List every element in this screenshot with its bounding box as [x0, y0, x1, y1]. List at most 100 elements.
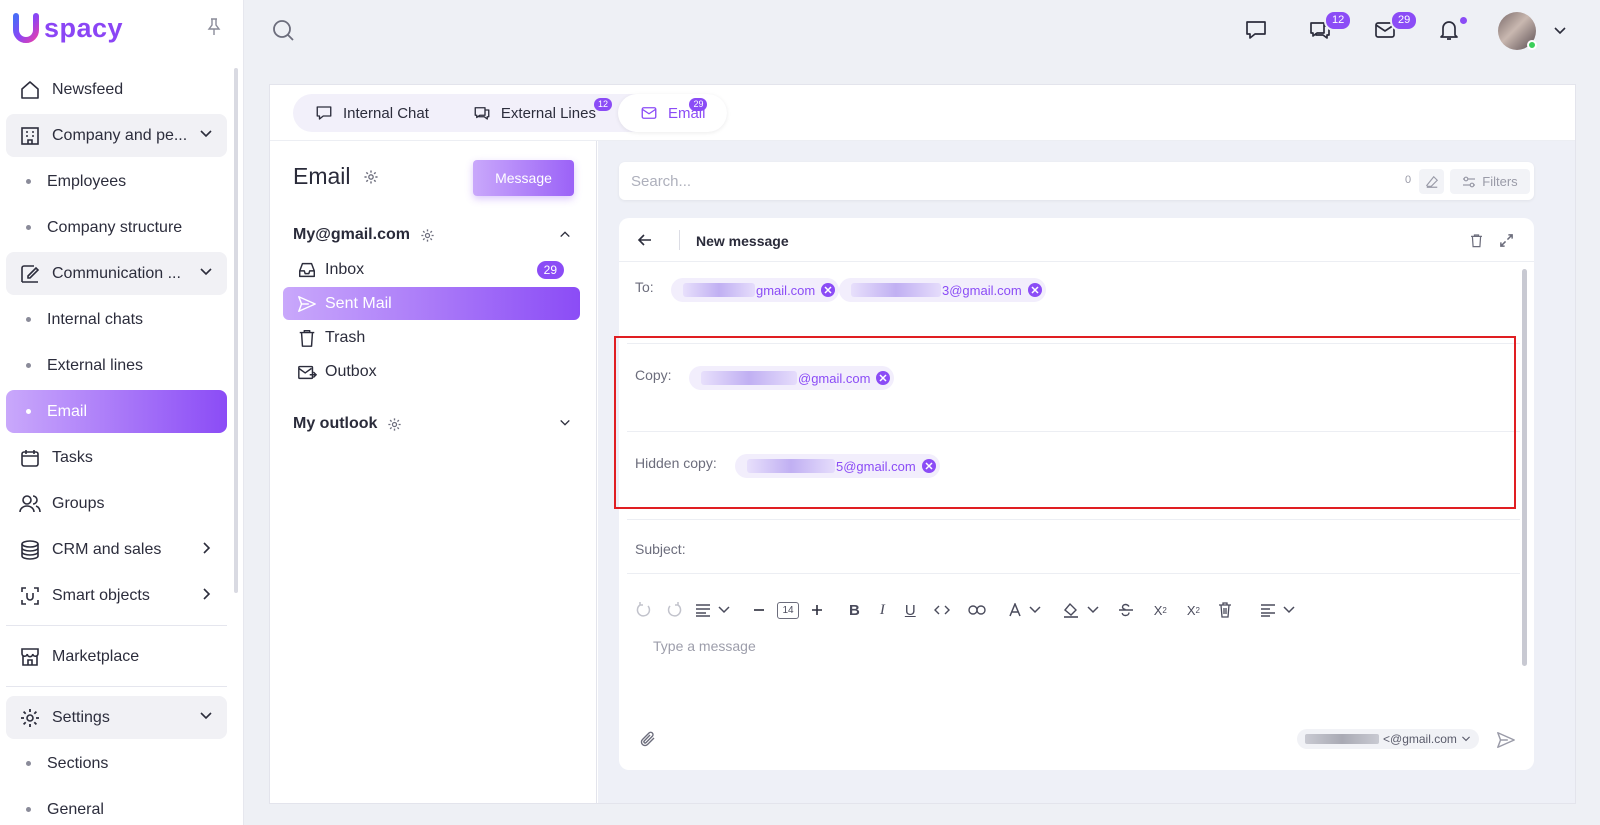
account-header-gmail[interactable]: My@gmail.com: [293, 226, 573, 244]
undo-icon[interactable]: [635, 598, 653, 622]
new-message-button[interactable]: Message: [473, 160, 574, 196]
bell-icon[interactable]: [1437, 18, 1461, 42]
tab-internal-chat[interactable]: Internal Chat: [293, 94, 451, 132]
message-body-placeholder[interactable]: Type a message: [653, 638, 756, 654]
bcc-chip[interactable]: 5@gmail.com: [735, 454, 940, 478]
sidebar-item-newsfeed[interactable]: Newsfeed: [6, 68, 227, 111]
text-color-icon[interactable]: [1008, 598, 1022, 622]
sidebar-item-communication[interactable]: Communication ...: [6, 252, 227, 295]
bullet: [26, 761, 31, 766]
remove-chip-icon[interactable]: [1027, 283, 1042, 297]
sidebar-item-tasks[interactable]: Tasks: [6, 436, 227, 479]
underline-icon[interactable]: U: [905, 598, 916, 622]
sidebar-item-email[interactable]: Email: [6, 390, 227, 433]
sidebar-item-sections[interactable]: Sections: [6, 742, 227, 785]
search-icon[interactable]: [272, 19, 296, 43]
folder-inbox[interactable]: Inbox 29: [283, 253, 580, 286]
link-icon[interactable]: [967, 598, 986, 622]
pin-icon[interactable]: [207, 18, 221, 36]
sidebar-item-company-structure[interactable]: Company structure: [6, 206, 227, 249]
chevron-down-icon[interactable]: [717, 598, 731, 622]
mail-search-input[interactable]: [631, 162, 1331, 200]
compose-window: New message To: gmail.com 3@gmail.com Co…: [619, 218, 1534, 770]
chevron-down-icon[interactable]: [1282, 598, 1296, 622]
paragraph-style-icon[interactable]: [695, 598, 711, 622]
remove-chip-icon[interactable]: [921, 459, 936, 473]
redo-icon[interactable]: [665, 598, 683, 622]
italic-icon[interactable]: I: [880, 598, 885, 622]
chevron-down-icon[interactable]: [1086, 598, 1100, 622]
subject-field[interactable]: Subject:: [627, 520, 1520, 574]
users-icon: [18, 493, 42, 515]
minus-icon[interactable]: [753, 598, 765, 622]
sidebar-item-settings[interactable]: Settings: [6, 696, 227, 739]
from-account-select[interactable]: <@gmail.com: [1297, 729, 1479, 749]
compose-title: New message: [696, 233, 789, 249]
strikethrough-icon[interactable]: [1118, 598, 1134, 622]
chat-icon[interactable]: [1244, 18, 1268, 42]
code-icon[interactable]: [933, 598, 950, 622]
highlight-color-icon[interactable]: [1062, 598, 1080, 622]
editor-toolbar: 14 B I U X2 X2: [635, 598, 1308, 622]
sidebar-item-internal-chats[interactable]: Internal chats: [6, 298, 227, 341]
remove-chip-icon[interactable]: [876, 371, 891, 385]
sidebar-item-crm[interactable]: CRM and sales: [6, 528, 227, 571]
filters-button[interactable]: Filters: [1450, 169, 1530, 194]
compose-scrollbar[interactable]: [1522, 269, 1527, 666]
chevron-down-icon[interactable]: [559, 417, 571, 429]
sidebar-item-marketplace[interactable]: Marketplace: [6, 635, 227, 678]
chevron-down-icon[interactable]: [1028, 598, 1042, 622]
copy-field[interactable]: Copy: @gmail.com: [627, 344, 1520, 432]
expand-icon[interactable]: [1499, 233, 1514, 248]
sidebar-item-general[interactable]: General: [6, 788, 227, 825]
chevron-down-icon[interactable]: [199, 265, 213, 279]
divider: [6, 686, 227, 687]
chevron-right-icon[interactable]: [199, 541, 213, 555]
bold-icon[interactable]: B: [849, 598, 860, 622]
recipient-chip[interactable]: gmail.com: [671, 278, 840, 302]
recipient-chip[interactable]: 3@gmail.com: [839, 278, 1046, 302]
font-size-box[interactable]: 14: [777, 598, 799, 622]
sidebar-item-company[interactable]: Company and pe...: [6, 114, 227, 157]
notification-dot: [1460, 17, 1467, 24]
folder-trash[interactable]: Trash: [283, 321, 580, 354]
plus-icon[interactable]: [811, 598, 823, 622]
cc-chip[interactable]: @gmail.com: [689, 366, 895, 390]
sidebar-item-label: Smart objects: [52, 586, 150, 604]
clear-format-icon[interactable]: [1218, 598, 1232, 622]
sidebar-item-external-lines[interactable]: External lines: [6, 344, 227, 387]
chevron-down-icon[interactable]: [199, 127, 213, 141]
gear-icon[interactable]: [387, 417, 402, 432]
account-header-outlook[interactable]: My outlook: [293, 415, 573, 433]
send-icon[interactable]: [1496, 730, 1516, 750]
folder-label: Trash: [325, 328, 366, 346]
chevron-down-icon[interactable]: [199, 709, 213, 723]
paperclip-icon[interactable]: [639, 730, 657, 748]
logo[interactable]: spacy: [12, 12, 123, 44]
folder-sent-mail[interactable]: Sent Mail: [283, 287, 580, 320]
chevron-right-icon[interactable]: [199, 587, 213, 601]
sidebar-item-smart-objects[interactable]: Smart objects: [6, 574, 227, 617]
superscript-icon[interactable]: X2: [1187, 598, 1200, 622]
sidebar-item-employees[interactable]: Employees: [6, 160, 227, 203]
gear-icon[interactable]: [420, 228, 435, 243]
arrow-left-icon[interactable]: [637, 232, 653, 248]
chevron-down-icon[interactable]: [1553, 24, 1567, 38]
sidebar-item-groups[interactable]: Groups: [6, 482, 227, 525]
chevron-up-icon[interactable]: [559, 228, 571, 240]
tab-email[interactable]: Email 29: [617, 94, 728, 132]
subscript-icon[interactable]: X2: [1154, 598, 1167, 622]
tab-external-lines[interactable]: External Lines 12: [451, 94, 618, 132]
compose-area: 0 Filters New message To: gmail.com: [598, 141, 1575, 803]
clear-search-button[interactable]: [1419, 169, 1444, 194]
logo-text: spacy: [44, 12, 124, 43]
tab-badge: 12: [593, 98, 612, 111]
trash-icon[interactable]: [1469, 233, 1484, 248]
remove-chip-icon[interactable]: [821, 283, 836, 297]
folder-outbox[interactable]: Outbox: [283, 355, 580, 388]
sidebar-scrollbar[interactable]: [234, 68, 238, 593]
align-left-icon[interactable]: [1260, 598, 1276, 622]
to-field[interactable]: To: gmail.com 3@gmail.com: [627, 262, 1520, 344]
hidden-copy-field[interactable]: Hidden copy: 5@gmail.com: [627, 432, 1520, 520]
gear-icon[interactable]: [363, 169, 379, 185]
